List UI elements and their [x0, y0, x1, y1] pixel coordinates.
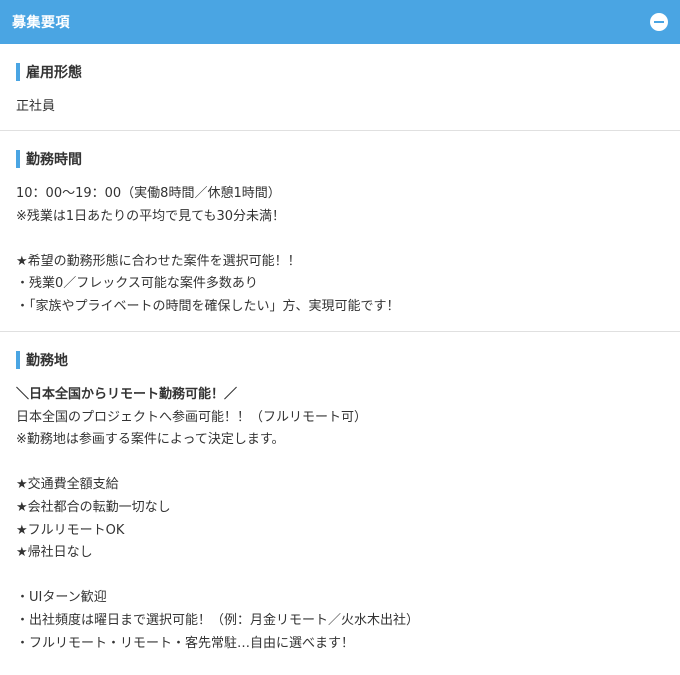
heading-accent-bar [16, 63, 20, 81]
location-line: ★交通費全額支給 [16, 477, 119, 493]
hours-line: ・「家族やプライベートの時間を確保したい」方、実現可能です！ [16, 298, 400, 314]
location-lead: ＼日本全国からリモート勤務可能！／ [16, 387, 238, 402]
panel-header[interactable]: 募集要項 [0, 0, 680, 44]
location-line: ★会社都合の転勤一切なし [16, 499, 171, 515]
heading-employment-type: 雇用形態 [26, 65, 82, 81]
hours-line: ★希望の勤務形態に合わせた案件を選択可能！！ [16, 253, 301, 269]
heading-working-hours: 勤務時間 [26, 152, 82, 168]
location-line: 日本全国のプロジェクトへ参画可能！！（フルリモート可） [16, 409, 368, 425]
location-line: ・UIターン歓迎 [16, 590, 107, 606]
location-line: ★帰社日なし [16, 545, 93, 561]
heading-accent-bar [16, 150, 20, 168]
location-line-blank [16, 452, 664, 475]
hours-line: ※残業は1日あたりの平均で見ても30分未満！ [16, 208, 286, 224]
section-heading: 勤務時間 [16, 149, 664, 169]
location-line: ★フルリモートOK [16, 522, 125, 538]
location-line: ・出社頻度は曜日まで選択可能！（例：月金リモート／火水木出社） [16, 612, 420, 628]
section-work-location: 勤務地 ＼日本全国からリモート勤務可能！／ 日本全国のプロジェクトへ参画可能！！… [0, 332, 680, 675]
section-heading: 勤務地 [16, 350, 664, 370]
hours-line-blank [16, 228, 664, 251]
section-employment-type: 雇用形態 正社員 [0, 44, 680, 131]
minus-circle-icon[interactable] [650, 13, 668, 31]
hours-line: ・残業0／フレックス可能な案件多数あり [16, 276, 258, 292]
section-working-hours: 勤務時間 10：00〜19：00（実働8時間／休憩1時間） ※残業は1日あたりの… [0, 131, 680, 332]
minus-glyph [654, 21, 664, 23]
hours-line: 10：00〜19：00（実働8時間／休憩1時間） [16, 186, 281, 201]
location-line: ※勤務地は参画する案件によって決定します。 [16, 432, 285, 448]
location-line: ・フルリモート・リモート・客先常駐…自由に選べます！ [16, 635, 355, 651]
panel-title: 募集要項 [12, 15, 70, 31]
heading-work-location: 勤務地 [26, 353, 68, 369]
heading-accent-bar [16, 351, 20, 369]
employment-type-value: 正社員 [16, 99, 56, 114]
location-line-blank [16, 565, 664, 588]
section-heading: 雇用形態 [16, 62, 664, 82]
